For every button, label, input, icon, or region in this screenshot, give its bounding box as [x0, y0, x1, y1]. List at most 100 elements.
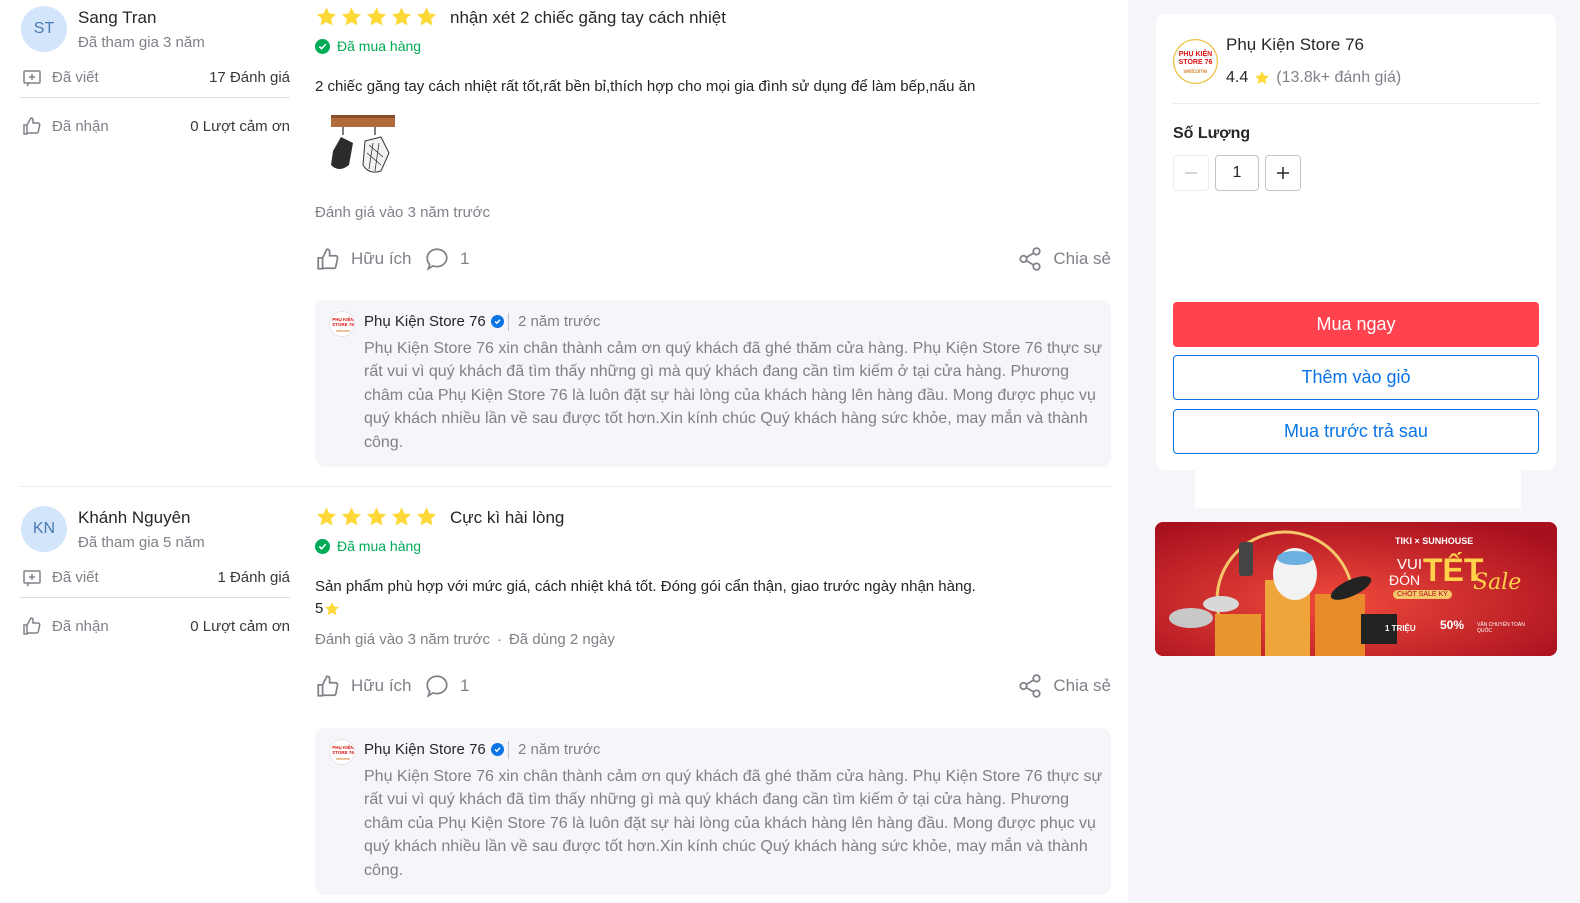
share-button[interactable]: Chia sẻ	[1017, 246, 1111, 272]
avatar: ST	[21, 6, 67, 52]
review-item: KN Khánh Nguyên Đã tham gia 5 năm Đã viế…	[20, 486, 1112, 895]
thanks-received-stat: Đã nhận 0 Lượt cảm ơn	[20, 606, 290, 646]
buy-now-pay-later-button[interactable]: Mua trước trả sau	[1173, 409, 1539, 454]
reviews-written-stat: Đã viết 1 Đánh giá	[20, 558, 290, 598]
svg-text:PHỤ KIỆN: PHỤ KIỆN	[1179, 49, 1212, 58]
quantity-decrease-button[interactable]	[1173, 155, 1209, 191]
minus-icon	[1185, 172, 1197, 174]
purchased-label: Đã mua hàng	[337, 538, 422, 554]
rating-stars	[315, 506, 440, 528]
share-button[interactable]: Chia sẻ	[1017, 673, 1111, 699]
reviewer-joined: Đã tham gia 3 năm	[78, 34, 205, 51]
written-label: Đã viết	[52, 569, 99, 586]
reviewer-name: Khánh Nguyên	[78, 508, 191, 527]
star-icon	[416, 507, 437, 526]
svg-text:STORE 76: STORE 76	[332, 322, 354, 327]
verified-icon	[490, 743, 504, 756]
star-icon	[316, 7, 337, 26]
helpful-label: Hữu ích	[351, 676, 412, 695]
svg-text:welcome: welcome	[1183, 69, 1208, 75]
purchased-badge: Đã mua hàng	[315, 538, 421, 554]
comment-count: 1	[460, 249, 470, 268]
review-actions: Hữu ích 1 Chia sẻ	[315, 673, 1111, 703]
review-written-icon	[23, 69, 41, 86]
share-icon	[1019, 247, 1041, 271]
reviews-written-stat: Đã viết 17 Đánh giá	[20, 58, 290, 98]
star-icon	[366, 7, 387, 26]
seller-reply: PHỤ KIỆN STORE 76 welcome Phụ Kiện Store 7…	[315, 300, 1111, 467]
share-label: Chia sẻ	[1053, 676, 1111, 695]
banner-brand: TIKI × SUNHOUSE	[1395, 536, 1474, 546]
seller-name: Phụ Kiện Store 76	[364, 741, 504, 758]
reply-text: Phụ Kiện Store 76 xin chân thành cảm ơn …	[364, 768, 1103, 879]
review-text-rating: 5	[315, 600, 340, 617]
add-to-cart-button[interactable]: Thêm vào giỏ	[1173, 355, 1539, 400]
thumbs-up-icon	[317, 675, 339, 697]
comment-button[interactable]: 1	[424, 246, 469, 272]
thanks-received-stat: Đã nhận 0 Lượt cảm ơn	[20, 106, 290, 146]
review-text: Sản phẩm phù hợp với mức giá, cách nhiệt…	[315, 578, 976, 595]
received-value: 0 Lượt cảm ơn	[190, 117, 290, 135]
share-label: Chia sẻ	[1053, 249, 1111, 268]
usage-duration: Đã dùng 2 ngày	[508, 631, 615, 648]
svg-text:STORE 76: STORE 76	[1179, 59, 1213, 66]
helpful-button[interactable]: Hữu ích	[315, 246, 412, 272]
star-icon	[366, 507, 387, 526]
purchased-label: Đã mua hàng	[337, 38, 422, 54]
review-text: 2 chiếc găng tay cách nhiệt rất tốt,rất …	[315, 78, 976, 95]
helpful-button[interactable]: Hữu ích	[315, 673, 412, 699]
divider	[508, 313, 509, 331]
store-rating: 4.4 (13.8k+ đánh giá)	[1226, 69, 1401, 87]
comment-icon	[426, 675, 448, 698]
received-label: Đã nhận	[52, 617, 109, 635]
thumbs-up-icon	[23, 617, 41, 635]
review-title: Cực kì hài lòng	[450, 508, 565, 527]
star-emoji-icon	[325, 601, 340, 615]
comment-icon	[426, 248, 448, 271]
review-photo[interactable]	[325, 113, 397, 179]
review-date: Đánh giá vào 3 năm trước	[315, 204, 490, 221]
avatar: KN	[21, 506, 67, 552]
reviews-list: ST Sang Tran Đã tham gia 3 năm Đã viết 1…	[0, 0, 1128, 903]
review-title: nhận xét 2 chiếc găng tay cách nhiệt	[450, 8, 726, 27]
written-value: 1 Đánh giá	[217, 569, 290, 586]
rating-stars	[315, 6, 440, 28]
received-value: 0 Lượt cảm ơn	[190, 617, 290, 635]
banner-line1: VUI	[1397, 556, 1423, 573]
review-actions: Hữu ích 1 Chia sẻ	[315, 246, 1111, 276]
store-rating-count: (13.8k+ đánh giá)	[1276, 69, 1402, 86]
plus-icon	[1277, 167, 1289, 179]
svg-text:welcome: welcome	[336, 329, 350, 333]
banner-sale: Sale	[1473, 570, 1522, 595]
purchased-badge: Đã mua hàng	[315, 38, 421, 54]
store-logo[interactable]: PHỤ KIỆN STORE 76 welcome	[1173, 39, 1218, 84]
review-text-line: 5	[315, 600, 324, 617]
banner-promo3: VẬN CHUYỂN TOÀN QUỐC	[1477, 622, 1525, 634]
reply-text: Phụ Kiện Store 76 xin chân thành cảm ơn …	[364, 340, 1103, 451]
svg-text:STORE 76: STORE 76	[332, 750, 354, 755]
promo-banner[interactable]: TIKI × SUNHOUSE VUI ĐÓN TẾT Sale CHỐT SA…	[1155, 522, 1557, 656]
reviewer-joined: Đã tham gia 5 năm	[78, 534, 205, 551]
review-meta: Đánh giá vào 3 năm trước · Đã dùng 2 ngà…	[315, 631, 615, 648]
helpful-label: Hữu ích	[351, 249, 412, 268]
divider	[508, 741, 509, 759]
svg-text:PHỤ KIỆN: PHỤ KIỆN	[332, 315, 354, 322]
buy-now-button[interactable]: Mua ngay	[1173, 302, 1539, 347]
quantity-input[interactable]: 1	[1215, 155, 1259, 191]
purchase-card: PHỤ KIỆN STORE 76 welcome Phụ Kiện Store…	[1156, 14, 1556, 470]
check-icon	[315, 38, 330, 54]
star-icon	[416, 7, 437, 26]
star-icon	[316, 507, 337, 526]
seller-logo: PHỤ KIỆN STORE 76 welcome	[329, 739, 355, 765]
quantity-increase-button[interactable]	[1265, 155, 1301, 191]
received-label: Đã nhận	[52, 117, 109, 135]
svg-text:welcome: welcome	[336, 757, 350, 761]
svg-text:PHỤ KIỆN: PHỤ KIỆN	[332, 743, 354, 750]
thumbs-up-icon	[317, 248, 339, 270]
verified-icon	[490, 315, 504, 328]
store-name[interactable]: Phụ Kiện Store 76	[1226, 35, 1364, 55]
seller-name: Phụ Kiện Store 76	[364, 313, 504, 330]
meta-dot: ·	[496, 631, 502, 648]
comment-button[interactable]: 1	[424, 673, 469, 699]
reviewer-name: Sang Tran	[78, 8, 157, 27]
